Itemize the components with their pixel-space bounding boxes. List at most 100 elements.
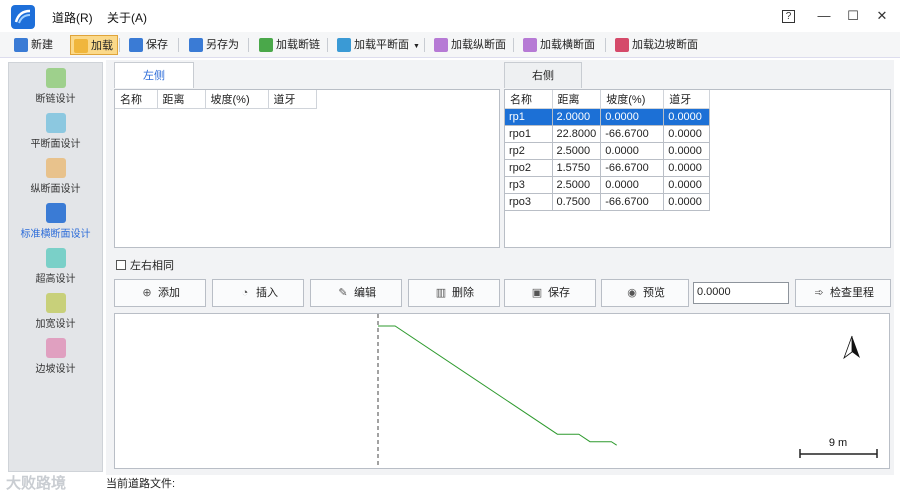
maximize-button[interactable]: ☐: [843, 6, 863, 26]
sidebar-item-superelevation-design[interactable]: 超高设计: [9, 246, 102, 286]
table-cell: 2.5000: [552, 176, 602, 194]
table-cell: -66.6700: [600, 125, 665, 143]
pencil-icon: ✎: [338, 287, 348, 299]
table-cell: 0.0000: [600, 176, 665, 194]
app-logo-icon: [11, 5, 35, 29]
design-sidebar: 断链设计 平断面设计 纵断面设计 标准横断面设计 超高设计 加宽设计 边坡设计: [8, 62, 103, 472]
table-row[interactable]: rpo1 22.8000 -66.6700 0.0000: [505, 125, 711, 143]
toolbar-separator: [605, 38, 606, 52]
table-cell: rpo2: [505, 159, 553, 177]
delete-button[interactable]: ▥ 删除: [408, 279, 500, 307]
insert-button[interactable]: ◔ 插入: [212, 279, 304, 307]
table-cell: -66.6700: [600, 193, 665, 211]
plus-circle-icon: ⊕: [142, 287, 152, 299]
watermark: 大败路境: [6, 475, 67, 492]
preview-button[interactable]: ◉ 预览: [601, 279, 689, 307]
menu-road[interactable]: 道路(R): [52, 9, 93, 26]
scale-label: 9 m: [829, 437, 847, 449]
toolbar-load-button[interactable]: 加载: [70, 35, 118, 55]
chain-design-icon: [45, 68, 66, 88]
toolbar-separator: [119, 38, 120, 52]
right-side-table[interactable]: 名称 距离 坡度(%) 道牙 rp1 2.0000 0.0000 0.0000 rpo1…: [504, 89, 891, 248]
status-bar: 当前道路文件:: [106, 475, 894, 493]
add-button[interactable]: ⊕ 添加: [114, 279, 206, 307]
toolbar-separator: [248, 38, 249, 52]
table-cell: 0.0000: [663, 159, 711, 177]
cross-section-line: [378, 325, 617, 446]
save-as-icon: [189, 38, 203, 52]
close-button[interactable]: ✕: [872, 6, 892, 26]
column-header-slope: 坡度(%): [205, 90, 269, 109]
table-row[interactable]: rpo2 1.5750 -66.6700 0.0000: [505, 159, 711, 177]
save-row-button[interactable]: ▣ 保存: [504, 279, 596, 307]
column-header-name: 名称: [505, 90, 553, 109]
sidebar-item-widening-design[interactable]: 加宽设计: [9, 291, 102, 331]
table-cell: 0.7500: [552, 193, 602, 211]
menu-about[interactable]: 关于(A): [107, 9, 147, 26]
edit-button[interactable]: ✎ 编辑: [310, 279, 402, 307]
left-table-header: 名称 距离 坡度(%) 道牙: [115, 90, 317, 109]
table-cell: 0.0000: [663, 176, 711, 194]
chain-icon: [259, 38, 273, 52]
table-row[interactable]: rp1 2.0000 0.0000 0.0000: [505, 108, 711, 126]
slope-design-icon: [45, 338, 66, 358]
toolbar-new-button[interactable]: 新建: [11, 35, 57, 55]
sidebar-item-plan-design[interactable]: 平断面设计: [9, 111, 102, 151]
table-cell: 1.5750: [552, 159, 602, 177]
toolbar-load-chain-button[interactable]: 加载断链: [256, 35, 324, 55]
tab-right-side[interactable]: 右侧: [504, 62, 582, 88]
check-station-icon: ➾: [814, 287, 824, 299]
minimize-button[interactable]: —: [814, 6, 834, 26]
table-cell: 22.8000: [552, 125, 602, 143]
toolbar-load-slope-button[interactable]: 加载边坡断面: [612, 35, 702, 55]
plan-design-icon: [45, 113, 66, 133]
scale-bar: 9 m: [799, 437, 878, 458]
table-row[interactable]: rp3 2.5000 0.0000 0.0000: [505, 176, 711, 194]
cross-section-icon: [523, 38, 537, 52]
sidebar-item-slope-design[interactable]: 边坡设计: [9, 336, 102, 376]
table-cell: 0.0000: [600, 108, 665, 126]
station-value-input[interactable]: 0.0000: [693, 282, 789, 304]
toolbar-load-profile-button[interactable]: 加载纵断面: [431, 35, 510, 55]
profile-icon: [434, 38, 448, 52]
tab-left-side[interactable]: 左侧: [114, 62, 194, 88]
table-cell: 0.0000: [663, 108, 711, 126]
table-cell: rpo3: [505, 193, 553, 211]
column-header-name: 名称: [115, 90, 158, 109]
table-cell: 0.0000: [663, 125, 711, 143]
same-both-sides-checkbox[interactable]: 左右相同: [116, 257, 174, 273]
toolbar-load-plan-button[interactable]: 加载平断面 ▼: [334, 35, 424, 55]
help-button[interactable]: ?: [782, 10, 795, 23]
save-icon: ▣: [531, 287, 543, 299]
table-cell: 0.0000: [600, 142, 665, 160]
column-header-distance: 距离: [552, 90, 602, 109]
toolbar-separator: [513, 38, 514, 52]
toolbar-save-button[interactable]: 保存: [126, 35, 172, 55]
check-station-button[interactable]: ➾ 检查里程: [795, 279, 891, 307]
sidebar-item-chain-design[interactable]: 断链设计: [9, 66, 102, 106]
table-row[interactable]: rpo3 0.7500 -66.6700 0.0000: [505, 193, 711, 211]
table-cell: rp1: [505, 108, 553, 126]
eye-icon: ◉: [627, 287, 637, 299]
table-cell: rpo1: [505, 125, 553, 143]
table-row[interactable]: rp2 2.5000 0.0000 0.0000: [505, 142, 711, 160]
superelevation-icon: [45, 248, 66, 268]
table-cell: 0.0000: [663, 142, 711, 160]
toolbar-separator: [178, 38, 179, 52]
profile-design-icon: [45, 158, 66, 178]
toolbar-load-cross-section-button[interactable]: 加载横断面: [520, 35, 599, 55]
right-table-header: 名称 距离 坡度(%) 道牙: [505, 90, 711, 109]
toolbar-save-as-button[interactable]: 另存为: [186, 35, 243, 55]
sidebar-item-profile-design[interactable]: 纵断面设计: [9, 156, 102, 196]
toolbar-separator: [424, 38, 425, 52]
widening-icon: [45, 293, 66, 313]
insert-icon: ◔: [241, 287, 249, 299]
cross-section-preview[interactable]: 9 m: [114, 313, 890, 469]
left-side-table[interactable]: 名称 距离 坡度(%) 道牙: [114, 89, 500, 248]
chevron-down-icon[interactable]: ▼: [413, 43, 420, 50]
checkbox-box[interactable]: [116, 260, 126, 270]
main-area: 左侧 右侧 名称 距离 坡度(%) 道牙 名称 距离 坡度(%) 道牙 rp1 2…: [106, 60, 894, 475]
new-file-icon: [14, 38, 28, 52]
column-header-distance: 距离: [157, 90, 206, 109]
sidebar-item-cross-section-design[interactable]: 标准横断面设计: [9, 201, 102, 241]
